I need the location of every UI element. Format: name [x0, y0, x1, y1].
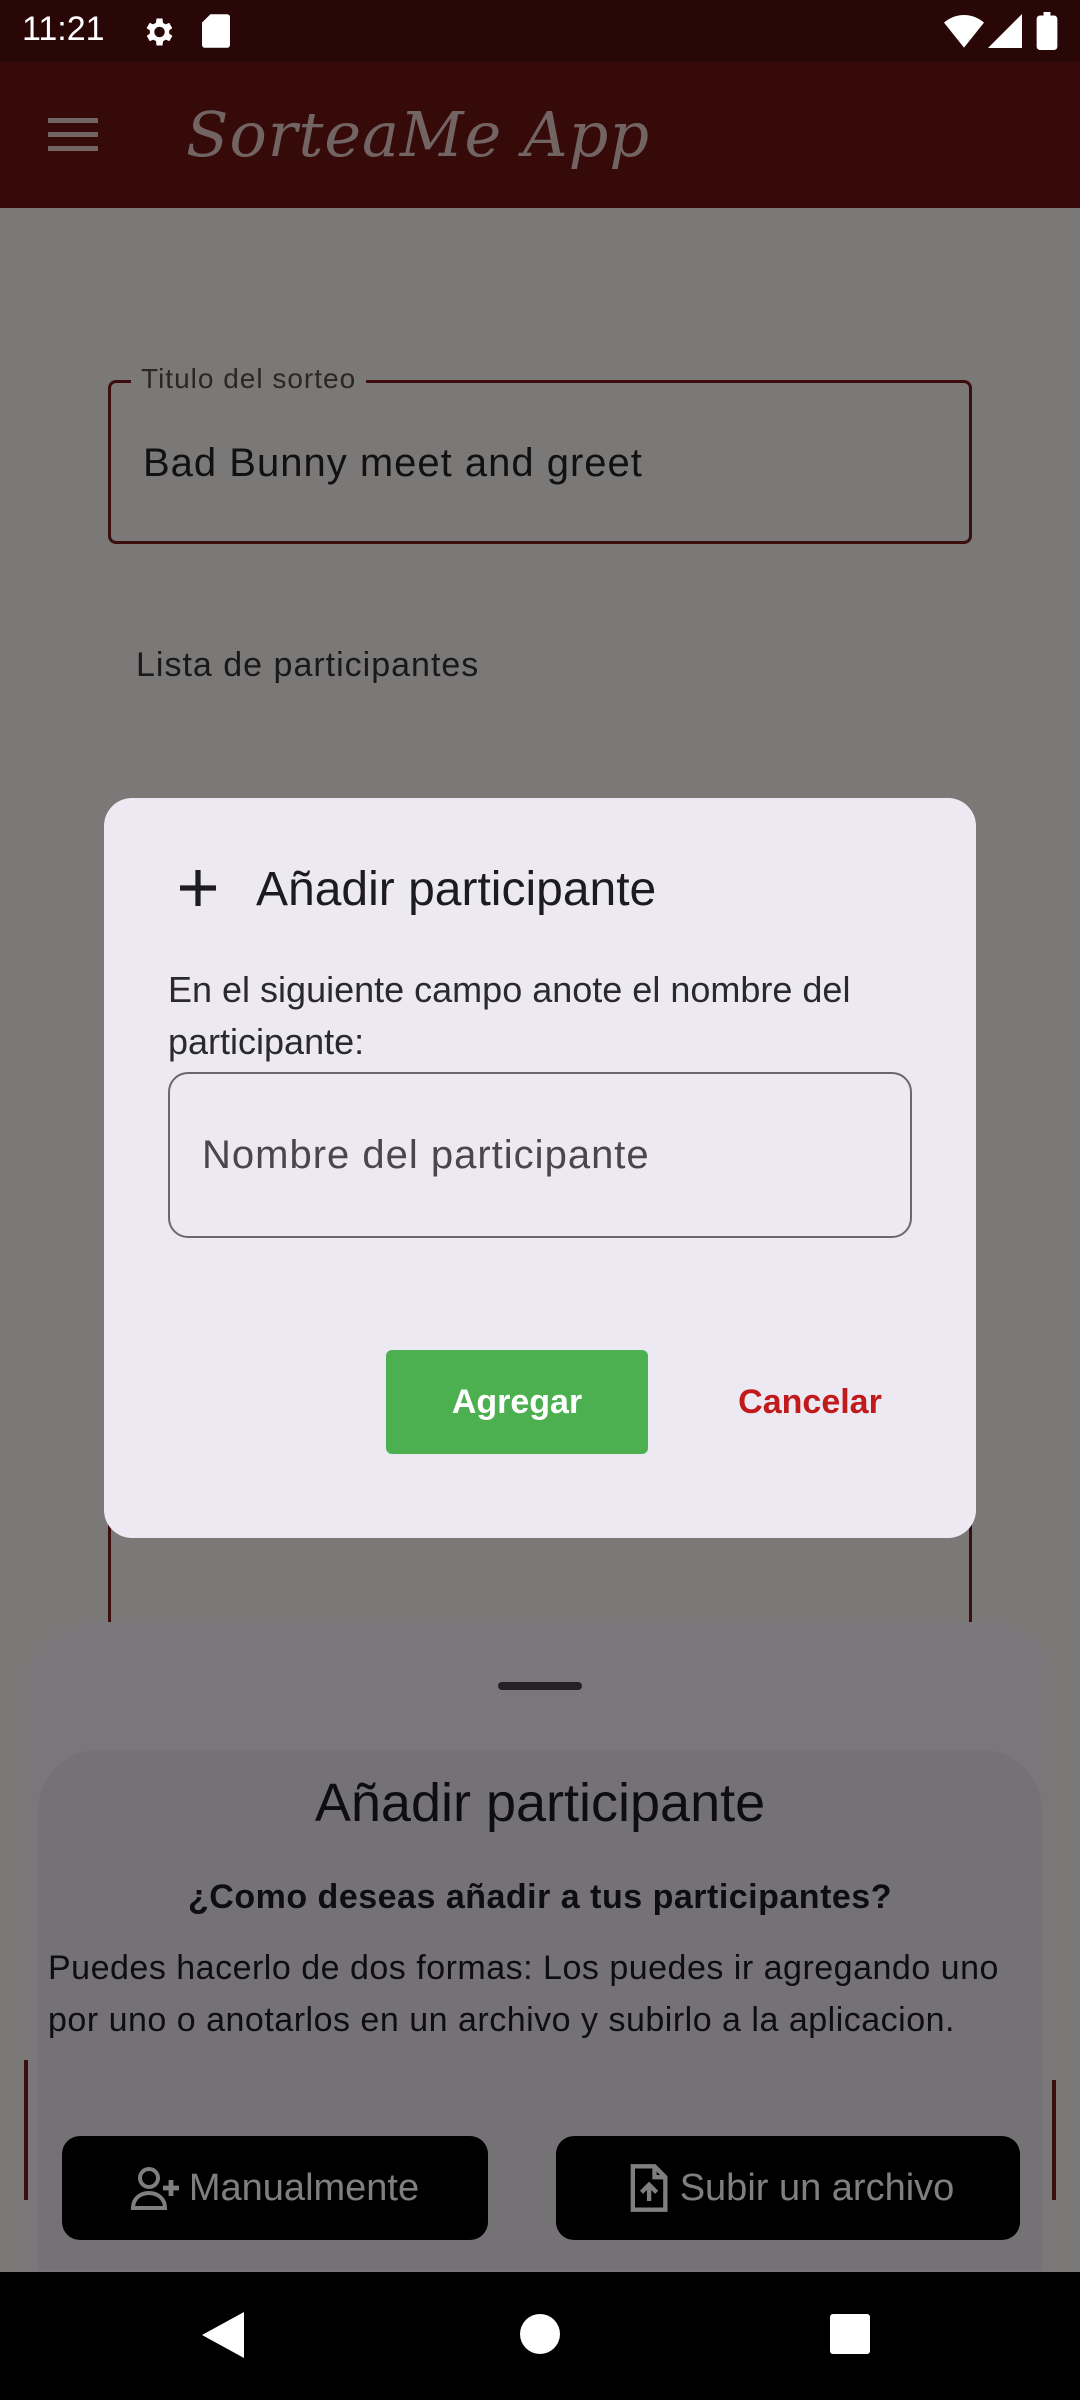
dialog-description: En el siguiente campo anote el nombre de…	[168, 969, 851, 1062]
sd-card-icon	[202, 14, 230, 48]
settings-icon	[146, 18, 173, 46]
wifi-icon	[944, 15, 984, 48]
status-bar: 11:21	[0, 0, 1080, 62]
navigation-bar	[0, 2272, 1080, 2400]
home-icon[interactable]	[520, 2314, 560, 2354]
cancel-button[interactable]: Cancelar	[700, 1350, 920, 1454]
add-participant-dialog: Añadir participante En el siguiente camp…	[104, 798, 976, 1538]
participant-name-input[interactable]	[168, 1072, 912, 1238]
dialog-title: Añadir participante	[256, 863, 657, 916]
recents-icon[interactable]	[830, 2314, 870, 2354]
add-button[interactable]: Agregar	[386, 1350, 648, 1454]
plus-icon	[180, 870, 216, 906]
status-time: 11:21	[22, 10, 105, 48]
signal-icon	[988, 14, 1022, 48]
back-icon[interactable]	[200, 2310, 246, 2360]
battery-icon	[1036, 12, 1058, 50]
